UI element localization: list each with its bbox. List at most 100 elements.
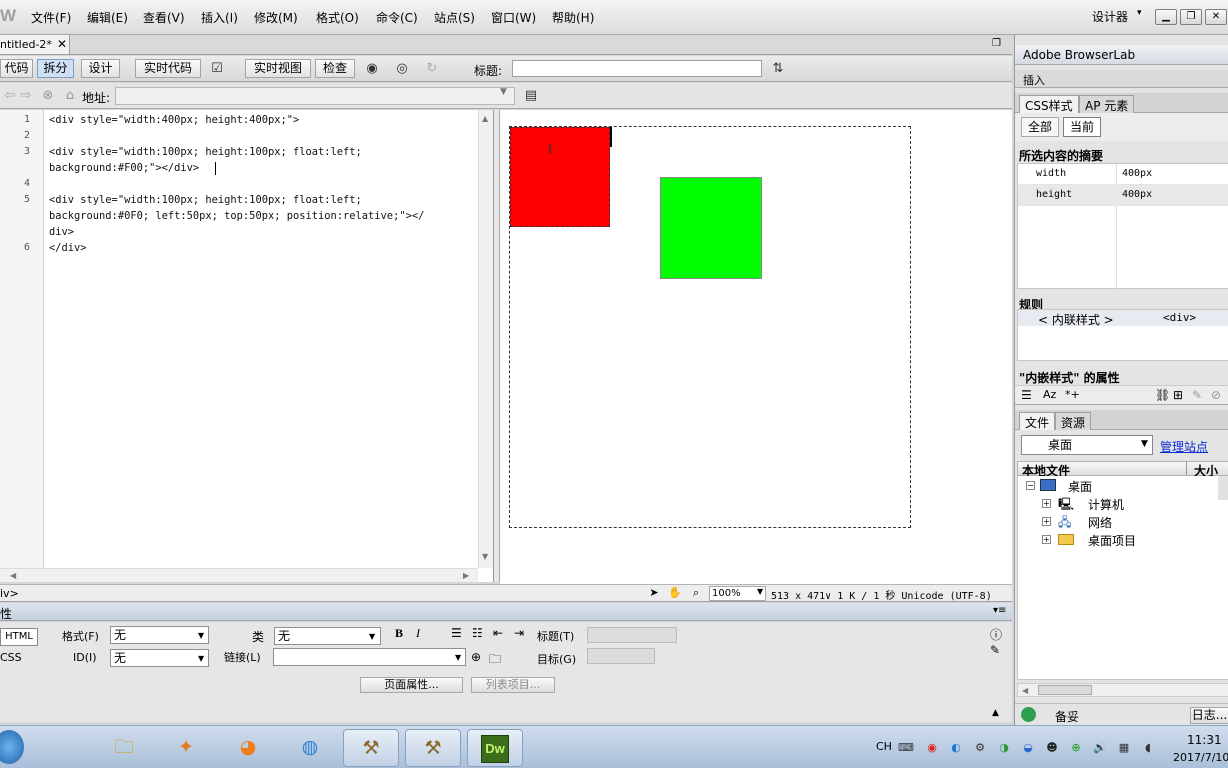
refresh-icon[interactable]: ↻ [422, 60, 442, 77]
split-view-button[interactable]: 拆分 [37, 59, 74, 78]
chevron-down-icon[interactable]: ▼ [198, 654, 204, 663]
keyboard-icon[interactable]: ⌨ [898, 740, 914, 756]
tree-item-desktop[interactable]: 桌面 [1068, 478, 1092, 495]
restore-button[interactable]: ❐ [1180, 9, 1202, 25]
scroll-down-icon[interactable]: ▼ [482, 552, 488, 561]
category-view-icon[interactable]: ☰ [1021, 388, 1032, 402]
expand-icon[interactable]: + [1042, 535, 1051, 544]
home-icon[interactable]: ⌂ [60, 87, 80, 104]
chevron-down-icon[interactable]: ▼ [757, 587, 763, 596]
hand-tool-icon[interactable]: ✋ [667, 586, 683, 601]
close-button[interactable]: ✕ [1205, 9, 1227, 25]
menu-view[interactable]: 查看(V) [143, 9, 185, 26]
antivirus-icon[interactable]: ◉ [924, 740, 940, 756]
view-options-icon[interactable]: ▤ [521, 87, 541, 104]
indent-icon[interactable]: ⇥ [514, 626, 524, 640]
workspace-switcher[interactable]: 设计器 [1092, 8, 1128, 25]
close-icon[interactable]: ✕ [57, 37, 67, 51]
point-to-file-icon[interactable]: ⊕ [471, 650, 481, 664]
collapse-icon[interactable]: ▲ [992, 708, 999, 718]
log-button[interactable]: 日志... [1190, 707, 1228, 724]
menu-window[interactable]: 窗口(W) [491, 9, 536, 26]
properties-panel-header[interactable]: 性 ▾≡ [0, 603, 1012, 621]
help-icon[interactable]: ⓘ [990, 626, 1002, 643]
tree-horizontal-scrollbar[interactable]: ◀ [1017, 683, 1228, 697]
start-button[interactable] [0, 730, 24, 764]
zoom-tool-icon[interactable]: ⌕ [688, 586, 704, 601]
chevron-down-icon[interactable]: ▼ [369, 632, 375, 641]
scroll-right-icon[interactable]: ▶ [463, 571, 469, 580]
tree-item-network[interactable]: 网络 [1088, 514, 1112, 531]
check-compatibility-icon[interactable]: ☑ [207, 60, 227, 77]
outer-div-box[interactable] [509, 126, 911, 528]
tree-item-desktop-items[interactable]: 桌面项目 [1088, 532, 1136, 549]
italic-button[interactable]: I [416, 626, 420, 641]
forward-icon[interactable]: ⇨ [16, 87, 36, 104]
red-div-box[interactable] [510, 127, 610, 227]
clock-date[interactable]: 2017/7/10 [1173, 751, 1228, 764]
attach-stylesheet-icon[interactable]: ⛓ [1155, 388, 1170, 402]
expand-icon[interactable]: + [1042, 499, 1051, 508]
chevron-down-icon[interactable]: ▾ [1137, 8, 1142, 18]
delete-rule-icon[interactable]: ⊘ [1211, 388, 1221, 402]
table-row[interactable]: height 400px [1018, 185, 1228, 206]
minimize-button[interactable]: ▁ [1155, 9, 1177, 25]
select-tool-icon[interactable]: ➤ [646, 586, 662, 601]
clock-time[interactable]: 11:31 [1187, 733, 1222, 747]
restore-icon[interactable]: ❐ [992, 38, 1001, 49]
stop-icon[interactable]: ⊗ [38, 87, 58, 104]
menu-help[interactable]: 帮助(H) [552, 9, 594, 26]
browser-icon[interactable]: ◍ [282, 729, 338, 767]
scroll-left-icon[interactable]: ◀ [10, 571, 16, 580]
format-select[interactable]: 无 [110, 626, 209, 644]
installer-icon[interactable]: ⚒ [343, 729, 399, 767]
design-pane[interactable]: I [500, 110, 1012, 584]
set-properties-icon[interactable]: *+ [1065, 388, 1080, 401]
file-management-icon[interactable]: ⇅ [768, 60, 788, 77]
dreamweaver-icon[interactable]: Dw [467, 729, 523, 767]
bold-button[interactable]: B [395, 626, 403, 641]
network-status-icon[interactable]: ▦ [1116, 740, 1132, 756]
tab-ap-elements[interactable]: AP 元素 [1079, 95, 1135, 113]
unordered-list-icon[interactable]: ☰ [451, 626, 462, 640]
document-tab[interactable]: ntitled-2* ✕ [0, 35, 70, 55]
browse-folder-icon[interactable]: 🗀 [489, 650, 501, 671]
chevron-down-icon[interactable]: ▼ [1141, 439, 1148, 449]
green-div-box[interactable] [660, 177, 762, 279]
css-mode-button[interactable]: CSS [0, 651, 22, 664]
design-view-button[interactable]: 设计 [81, 59, 120, 78]
live-view-button[interactable]: 实时视图 [245, 59, 311, 78]
chevron-down-icon[interactable]: ▼ [500, 87, 507, 97]
alphabetical-view-icon[interactable]: Az [1043, 388, 1056, 401]
table-row[interactable]: width 400px [1018, 164, 1228, 185]
tray-app-icon[interactable]: ⊕ [1068, 740, 1084, 756]
tray-app-icon[interactable]: ◐ [948, 740, 964, 756]
menu-site[interactable]: 站点(S) [434, 9, 475, 26]
new-rule-icon[interactable]: ⊞ [1173, 388, 1183, 402]
chevron-down-icon[interactable]: ▼ [455, 653, 461, 662]
menu-modify[interactable]: 修改(M) [254, 9, 298, 26]
taskbar-app-icon[interactable]: ✦ [158, 729, 214, 767]
menu-edit[interactable]: 编辑(E) [87, 9, 128, 26]
speaker-icon[interactable]: ◖ [1140, 740, 1156, 756]
tag-selector[interactable]: iv> [0, 587, 19, 600]
quick-tag-editor-icon[interactable]: ✎ [990, 643, 1000, 657]
edit-rule-icon[interactable]: ✎ [1192, 388, 1202, 402]
outdent-icon[interactable]: ⇤ [493, 626, 503, 640]
menu-file[interactable]: 文件(F) [31, 9, 71, 26]
insert-panel-header[interactable]: 插入 [1015, 70, 1228, 88]
html-mode-button[interactable]: HTML [0, 628, 38, 646]
volume-icon[interactable]: 🔊 [1092, 740, 1108, 756]
ordered-list-icon[interactable]: ☷ [472, 626, 483, 640]
qq-icon[interactable]: ☻ [1044, 740, 1060, 756]
menu-format[interactable]: 格式(O) [316, 9, 359, 26]
uc-browser-icon[interactable]: ◕ [220, 729, 276, 767]
language-indicator[interactable]: CH [876, 740, 892, 753]
installer-icon[interactable]: ⚒ [405, 729, 461, 767]
menu-insert[interactable]: 插入(I) [201, 9, 238, 26]
scroll-left-icon[interactable]: ◀ [1022, 686, 1028, 695]
page-properties-button[interactable]: 页面属性... [360, 677, 463, 693]
inspect-button[interactable]: 检查 [315, 59, 355, 78]
tree-scrollbar[interactable] [1218, 476, 1228, 500]
tray-app-icon[interactable]: ◒ [1020, 740, 1036, 756]
